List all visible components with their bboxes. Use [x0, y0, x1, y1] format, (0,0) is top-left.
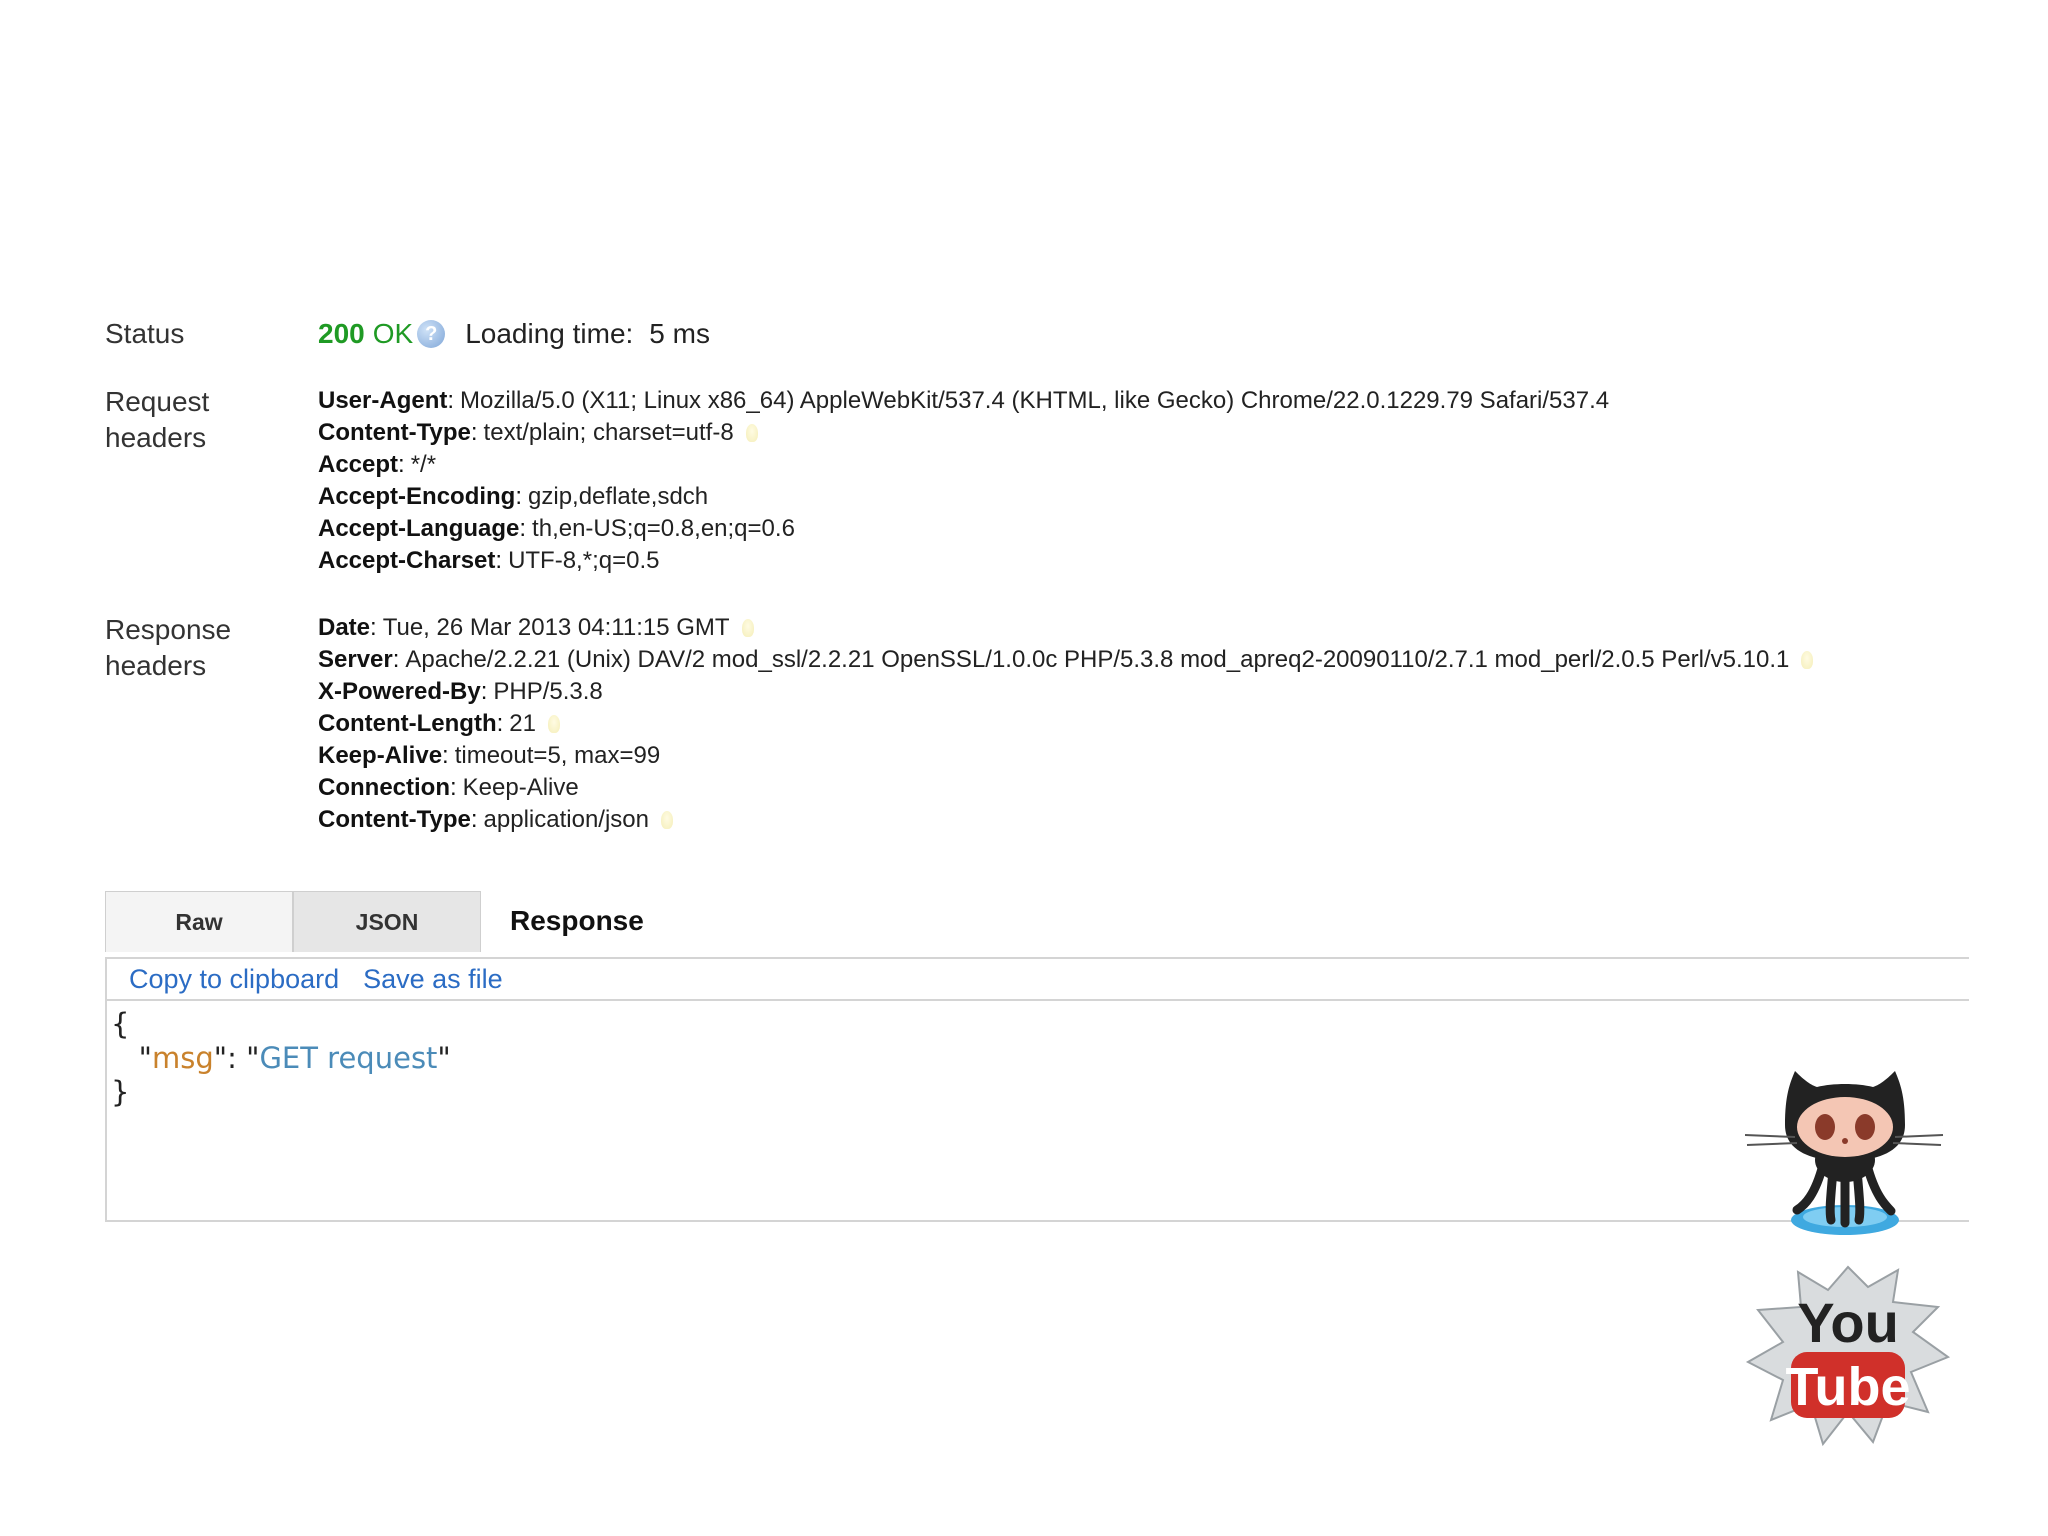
- header-value: PHP/5.3.8: [493, 678, 603, 705]
- json-open-brace: {: [111, 1007, 130, 1041]
- tab-raw[interactable]: Raw: [105, 891, 293, 952]
- response-title: Response: [510, 905, 644, 936]
- json-key: msg: [152, 1041, 214, 1075]
- lightbulb-icon[interactable]: [1801, 651, 1814, 669]
- lightbulb-icon[interactable]: [661, 811, 673, 829]
- header-row: Accept: */*: [318, 449, 1609, 481]
- json-close-brace: }: [111, 1075, 130, 1109]
- status-label: Status: [105, 318, 185, 349]
- header-name: Date: [318, 614, 371, 641]
- json-viewer: { "msg": "GET request" }: [107, 1001, 1969, 1109]
- header-name: Keep-Alive: [318, 742, 443, 769]
- header-value: application/json: [483, 806, 649, 833]
- header-name: Content-Length: [318, 710, 497, 737]
- header-name: X-Powered-By: [318, 678, 481, 705]
- lightbulb-icon[interactable]: [548, 715, 560, 733]
- youtube-text-tube: Tube: [1786, 1357, 1911, 1417]
- header-name: Content-Type: [318, 806, 471, 833]
- request-headers-label: Request headers: [105, 384, 209, 456]
- response-headers-label-line1: Response: [105, 614, 232, 645]
- header-value: timeout=5, max=99: [454, 742, 661, 769]
- status-text: OK: [372, 318, 414, 349]
- header-row: Date: Tue, 26 Mar 2013 04:11:15 GMT: [318, 612, 1813, 644]
- response-headers-label: Response headers: [105, 612, 231, 684]
- header-value: Mozilla/5.0 (X11; Linux x86_64) AppleWeb…: [460, 387, 1610, 414]
- loading-time-label: Loading time:: [465, 318, 634, 349]
- response-headers-label-line2: headers: [105, 650, 207, 681]
- header-value: UTF-8,*;q=0.5: [508, 547, 660, 574]
- request-headers-label-line1: Request: [105, 386, 210, 417]
- header-name: Accept: [318, 451, 399, 478]
- header-value: text/plain; charset=utf-8: [483, 419, 734, 446]
- save-as-file-link[interactable]: Save as file: [363, 964, 503, 995]
- response-tabs: Raw JSON: [105, 891, 481, 952]
- header-name: Accept-Language: [318, 515, 520, 542]
- header-row: Accept-Charset: UTF-8,*;q=0.5: [318, 545, 1609, 577]
- youtube-logo-icon[interactable]: You Tube: [1743, 1262, 1953, 1457]
- tab-json[interactable]: JSON: [293, 891, 481, 952]
- header-name: Accept-Charset: [318, 547, 496, 574]
- header-name: Server: [318, 646, 393, 673]
- response-panel: Copy to clipboard Save as file { "msg": …: [105, 957, 1969, 1222]
- json-entry: "msg": "GET request": [138, 1041, 451, 1075]
- lightbulb-icon[interactable]: [741, 619, 754, 637]
- header-value: Tue, 26 Mar 2013 04:11:15 GMT: [382, 614, 730, 641]
- header-row: Content-Type: application/json: [318, 804, 1813, 836]
- lightbulb-icon[interactable]: [745, 424, 758, 442]
- github-octocat-icon[interactable]: [1744, 1065, 1945, 1245]
- header-name: User-Agent: [318, 387, 448, 414]
- request-headers-list: User-Agent: Mozilla/5.0 (X11; Linux x86_6…: [318, 385, 1609, 577]
- response-toolbar: Copy to clipboard Save as file: [107, 959, 1969, 1001]
- header-row: Content-Type: text/plain; charset=utf-8: [318, 417, 1609, 449]
- header-row: X-Powered-By: PHP/5.3.8: [318, 676, 1813, 708]
- header-row: Content-Length:21: [318, 708, 1813, 740]
- status-code: 200: [318, 318, 365, 349]
- status-row: 200 OK ? Loading time: 5 ms: [318, 316, 710, 352]
- header-value: Keep-Alive: [462, 774, 579, 801]
- header-name: Accept-Encoding: [318, 483, 516, 510]
- request-headers-label-line2: headers: [105, 422, 207, 453]
- header-row: Accept-Language: th,en-US;q=0.8,en;q=0.6: [318, 513, 1609, 545]
- header-value: 21: [509, 710, 536, 737]
- response-headers-list: Date: Tue, 26 Mar 2013 04:11:15 GMT Serve…: [318, 612, 1814, 836]
- loading-time-value: 5 ms: [649, 318, 710, 349]
- header-name: Content-Type: [318, 419, 471, 446]
- header-row: User-Agent: Mozilla/5.0 (X11; Linux x86_6…: [318, 385, 1609, 417]
- youtube-text-you: You: [1797, 1291, 1899, 1354]
- copy-to-clipboard-link[interactable]: Copy to clipboard: [129, 964, 339, 995]
- json-value: GET request: [259, 1041, 438, 1075]
- header-row: Server: Apache/2.2.21 (Unix) DAV/2 mod_ss…: [318, 644, 1814, 676]
- header-row: Keep-Alive: timeout=5, max=99: [318, 740, 1813, 772]
- question-icon[interactable]: ?: [417, 320, 446, 348]
- header-value: */*: [410, 451, 437, 478]
- header-value: gzip,deflate,sdch: [528, 483, 709, 510]
- header-row: Connection: Keep-Alive: [318, 772, 1813, 804]
- header-value: th,en-US;q=0.8,en;q=0.6: [532, 515, 795, 542]
- header-name: Connection: [318, 774, 450, 801]
- header-row: Accept-Encoding: gzip,deflate,sdch: [318, 481, 1609, 513]
- header-value: Apache/2.2.21 (Unix) DAV/2 mod_ssl/2.2.2…: [405, 646, 1790, 673]
